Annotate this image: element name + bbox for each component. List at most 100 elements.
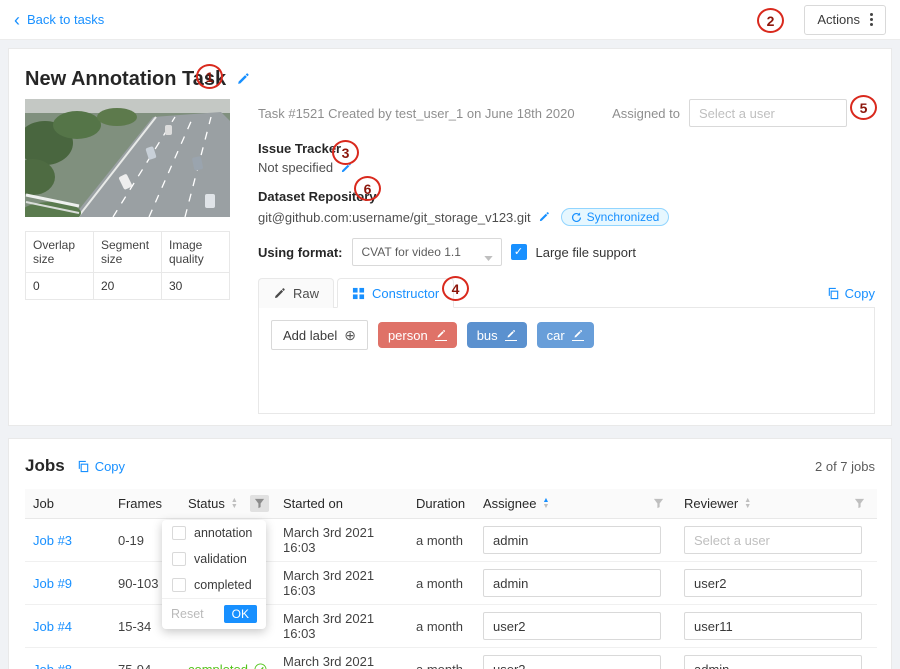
callout-6: 6	[354, 176, 381, 201]
reviewer-filter-icon[interactable]	[850, 495, 869, 512]
labels-copy-button[interactable]: Copy	[827, 286, 875, 307]
actions-button[interactable]: Actions	[804, 5, 886, 35]
back-label: Back to tasks	[27, 12, 104, 27]
filter-reset-button[interactable]: Reset	[171, 607, 204, 621]
task-preview-image	[25, 99, 230, 217]
image-quality-header: Image quality	[162, 232, 230, 273]
params-header-row: Overlap size Segment size Image quality	[26, 232, 230, 273]
labels-tabs: Raw Constructor Copy	[258, 278, 875, 308]
job-assignee-select[interactable]	[483, 612, 661, 640]
checkbox-completed[interactable]	[172, 578, 186, 592]
job-reviewer-select[interactable]	[684, 655, 862, 669]
plus-circle-icon: ⊕	[344, 327, 356, 344]
tab-raw[interactable]: Raw	[258, 278, 334, 308]
filter-option-completed[interactable]: completed	[162, 572, 266, 598]
assigned-to-group: Assigned to	[612, 99, 847, 127]
label-tag-bus-text: bus	[477, 328, 498, 343]
label-tag-person[interactable]: person	[378, 322, 457, 348]
status-sorter[interactable]: ▲▼	[231, 498, 238, 510]
edit-repository-icon[interactable]	[538, 211, 550, 223]
job-reviewer-select[interactable]	[684, 612, 862, 640]
add-label-button[interactable]: Add label ⊕	[271, 320, 368, 350]
pencil-icon	[273, 287, 286, 300]
job-row: Job #8 75-94 completed March 3rd 2021 16…	[25, 648, 877, 669]
jobs-copy-label: Copy	[95, 459, 125, 474]
assignee-filter-icon[interactable]	[649, 495, 668, 512]
callout-2: 2	[757, 8, 784, 33]
chevron-down-icon	[484, 250, 493, 264]
job-assignee-select[interactable]	[483, 655, 661, 669]
filter-option-validation[interactable]: validation	[162, 546, 266, 572]
label-tag-car[interactable]: car	[537, 322, 594, 348]
actions-label: Actions	[817, 12, 860, 27]
job-started: March 3rd 2021 16:03	[275, 648, 408, 669]
format-select[interactable]: CVAT for video 1.1	[352, 238, 502, 266]
job-row: Job #9 90-103 March 3rd 2021 16:03 a mon…	[25, 562, 877, 605]
reviewer-sorter[interactable]: ▲▼	[744, 498, 751, 510]
task-title-row: New Annotation Task	[25, 65, 875, 93]
jobs-card: Jobs Copy 2 of 7 jobs Job Frames Status	[8, 438, 892, 669]
task-assignee-select[interactable]	[689, 99, 847, 127]
segment-size-value: 20	[94, 273, 162, 300]
dataset-repository-block: Dataset Repository git@github.com:userna…	[258, 189, 875, 226]
filter-ok-button[interactable]: OK	[224, 605, 257, 623]
pencil-icon	[505, 329, 517, 341]
job-assignee-select[interactable]	[483, 569, 661, 597]
image-quality-value: 30	[162, 273, 230, 300]
job-started: March 3rd 2021 16:03	[275, 605, 408, 648]
task-left-column: Overlap size Segment size Image quality …	[25, 99, 230, 414]
assigned-to-label: Assigned to	[612, 106, 680, 121]
label-constructor: Add label ⊕ person bus car	[258, 308, 875, 414]
job-link[interactable]: Job #9	[33, 576, 72, 591]
label-tag-bus[interactable]: bus	[467, 322, 527, 348]
job-assignee-select[interactable]	[483, 526, 661, 554]
status-filter-icon[interactable]	[250, 495, 269, 512]
job-reviewer-select[interactable]	[684, 526, 862, 554]
column-duration: Duration	[408, 489, 475, 519]
sync-status-badge: Synchronized	[561, 208, 670, 226]
large-file-support-checkbox[interactable]: ✓	[511, 244, 527, 260]
sync-status-label: Synchronized	[587, 210, 660, 224]
column-job: Job	[25, 489, 110, 519]
column-started-on: Started on	[275, 489, 408, 519]
grid-icon	[352, 287, 365, 300]
checkbox-validation[interactable]	[172, 552, 186, 566]
task-parameters-table: Overlap size Segment size Image quality …	[25, 231, 230, 300]
tab-constructor[interactable]: Constructor	[337, 278, 454, 308]
segment-size-header: Segment size	[94, 232, 162, 273]
back-to-tasks-link[interactable]: ‹ Back to tasks	[14, 12, 104, 27]
filter-option-annotation[interactable]: annotation	[162, 520, 266, 546]
column-frames: Frames	[110, 489, 180, 519]
back-chevron-icon: ‹	[14, 13, 20, 27]
more-icon	[870, 13, 873, 26]
task-details-card: New Annotation Task	[8, 48, 892, 426]
add-label-text: Add label	[283, 328, 337, 343]
job-reviewer-select[interactable]	[684, 569, 862, 597]
job-link[interactable]: Job #3	[33, 533, 72, 548]
job-started: March 3rd 2021 16:03	[275, 519, 408, 562]
job-row: Job #4 15-34 March 3rd 2021 16:03 a mont…	[25, 605, 877, 648]
labels-copy-label: Copy	[845, 286, 875, 301]
checkbox-annotation[interactable]	[172, 526, 186, 540]
column-reviewer-label: Reviewer	[684, 496, 738, 511]
task-meta-row: Task #1521 Created by test_user_1 on Jun…	[258, 99, 875, 127]
check-circle-icon	[254, 663, 267, 669]
params-value-row: 0 20 30	[26, 273, 230, 300]
format-selected-value: CVAT for video 1.1	[362, 245, 461, 259]
job-status-text: completed	[188, 662, 248, 669]
edit-title-icon[interactable]	[236, 72, 250, 86]
job-duration: a month	[408, 605, 475, 648]
column-assignee-label: Assignee	[483, 496, 536, 511]
jobs-count: 2 of 7 jobs	[815, 459, 875, 474]
assignee-sorter[interactable]: ▲▼	[542, 498, 549, 510]
job-link[interactable]: Job #4	[33, 619, 72, 634]
label-tag-person-text: person	[388, 328, 428, 343]
job-duration: a month	[408, 519, 475, 562]
copy-icon	[827, 287, 840, 300]
jobs-title: Jobs	[25, 456, 65, 476]
jobs-copy-button[interactable]: Copy	[77, 459, 125, 474]
job-duration: a month	[408, 562, 475, 605]
tab-constructor-label: Constructor	[372, 286, 439, 301]
job-link[interactable]: Job #8	[33, 662, 72, 669]
overlap-size-value: 0	[26, 273, 94, 300]
